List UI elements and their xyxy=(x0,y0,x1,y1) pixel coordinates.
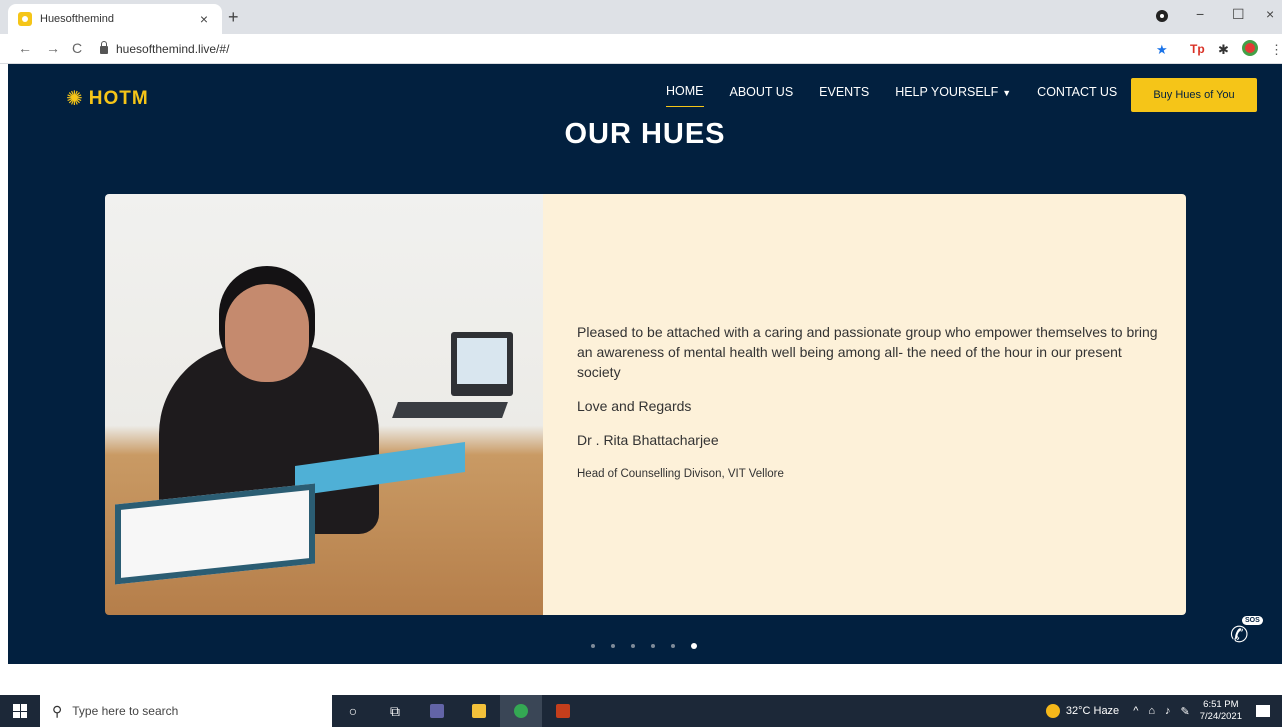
site-logo[interactable]: ✺ HOTM xyxy=(66,86,149,111)
url-text: huesofthemind.live/#/ xyxy=(116,42,230,56)
notification-icon[interactable] xyxy=(1256,705,1270,717)
testimonial-quote: Pleased to be attached with a caring and… xyxy=(577,324,1158,380)
browser-tabbar: Huesofthemind × + − ☐ × xyxy=(0,0,1282,34)
teams-icon[interactable] xyxy=(416,695,458,727)
nav-contact-us[interactable]: CONTACT US xyxy=(1037,85,1117,107)
nav-about-us[interactable]: ABOUT US xyxy=(730,85,794,107)
back-button[interactable]: ← xyxy=(18,40,32,56)
nav-help-yourself-label: HELP YOURSELF xyxy=(895,84,999,99)
caret-down-icon: ▼ xyxy=(1002,87,1012,98)
maximize-button[interactable]: ☐ xyxy=(1232,6,1245,23)
testimonial-text: Pleased to be attached with a caring and… xyxy=(543,194,1186,615)
taskbar-search-box[interactable]: ⚲ Type here to search xyxy=(40,695,332,727)
site-page: ✺ HOTM HOME ABOUT US EVENTS HELP YOURSEL… xyxy=(8,64,1282,664)
sun-burst-icon: ✺ xyxy=(66,88,83,110)
url-field[interactable]: huesofthemind.live/#/ xyxy=(100,38,1140,60)
nav-events[interactable]: EVENTS xyxy=(819,85,869,107)
carousel-dot[interactable] xyxy=(591,644,595,648)
sos-badge: SOS xyxy=(1242,616,1263,625)
chrome-icon[interactable] xyxy=(500,695,542,727)
address-bar: ← → C huesofthemind.live/#/ ★ Tp ✱ ⋮ xyxy=(0,34,1282,64)
tab-close-button[interactable]: × xyxy=(196,11,212,27)
testimonial-role: Head of Counselling Divison, VIT Vellore xyxy=(577,468,784,480)
photo-keyboard xyxy=(392,402,508,418)
search-icon: ⚲ xyxy=(52,702,63,719)
testimonial-card: Pleased to be attached with a caring and… xyxy=(105,194,1186,615)
carousel-dot[interactable] xyxy=(671,644,675,648)
os-taskbar: ⚲ Type here to search ○ ⧉ 32°C Haze ^ ⌂ … xyxy=(0,695,1282,727)
minimize-button[interactable]: − xyxy=(1196,6,1204,22)
weather-text[interactable]: 32°C Haze xyxy=(1066,705,1119,717)
buy-hues-button[interactable]: Buy Hues of You xyxy=(1131,78,1257,112)
photo-monitor xyxy=(451,332,513,396)
browser-tab[interactable]: Huesofthemind × xyxy=(8,4,222,34)
testimonial-photo xyxy=(105,194,543,615)
chevron-up-icon[interactable]: ^ xyxy=(1133,705,1138,717)
file-explorer-icon[interactable] xyxy=(458,695,500,727)
page-title: OUR HUES xyxy=(564,118,726,150)
lock-icon xyxy=(100,41,108,54)
windows-icon xyxy=(13,704,27,718)
carousel-dot[interactable] xyxy=(651,644,655,648)
volume-icon[interactable]: ♪ xyxy=(1165,705,1171,717)
carousel-dot[interactable] xyxy=(611,644,615,648)
forward-button[interactable]: → xyxy=(46,40,60,56)
sos-call-button[interactable]: ✆ SOS xyxy=(1228,616,1263,647)
search-placeholder: Type here to search xyxy=(72,704,179,718)
bookmark-star-icon[interactable]: ★ xyxy=(1156,42,1168,58)
testimonial-name: Dr . Rita Bhattacharjee xyxy=(577,432,719,448)
avatar[interactable] xyxy=(1242,40,1258,56)
extension-tp-icon[interactable]: Tp xyxy=(1190,42,1205,56)
logo-text: HOTM xyxy=(88,87,149,109)
pen-icon[interactable]: ✎ xyxy=(1181,705,1190,718)
profile-icon[interactable] xyxy=(1156,10,1168,22)
carousel-dot[interactable] xyxy=(631,644,635,648)
nav-help-yourself[interactable]: HELP YOURSELF ▼ xyxy=(895,85,1011,107)
close-window-button[interactable]: × xyxy=(1266,6,1274,22)
cortana-icon[interactable]: ○ xyxy=(332,695,374,727)
system-tray: 32°C Haze ^ ⌂ ♪ ✎ 6:51 PM 7/24/2021 xyxy=(1045,695,1282,727)
weather-sun-icon xyxy=(1045,704,1060,718)
new-tab-button[interactable]: + xyxy=(228,7,239,28)
clock-time: 6:51 PM xyxy=(1203,699,1239,710)
browser-menu-icon[interactable]: ⋮ xyxy=(1270,42,1282,58)
carousel-indicators xyxy=(591,643,713,649)
phone-icon: ✆ xyxy=(1230,622,1249,647)
site-favicon-icon xyxy=(18,12,32,26)
photo-person-head xyxy=(225,284,309,382)
main-nav: HOME ABOUT US EVENTS HELP YOURSELF ▼ CONT… xyxy=(666,84,1143,107)
nav-home[interactable]: HOME xyxy=(666,84,704,107)
tab-title: Huesofthemind xyxy=(40,13,114,25)
clock-date: 7/24/2021 xyxy=(1199,711,1242,722)
carousel-dot[interactable] xyxy=(691,643,697,649)
taskbar-clock[interactable]: 6:51 PM 7/24/2021 xyxy=(1200,699,1242,723)
start-button[interactable] xyxy=(0,695,40,727)
extensions-puzzle-icon[interactable]: ✱ xyxy=(1218,42,1229,58)
reload-button[interactable]: C xyxy=(72,40,82,56)
network-icon[interactable]: ⌂ xyxy=(1148,705,1155,717)
photo-papers xyxy=(115,483,315,585)
task-view-icon[interactable]: ⧉ xyxy=(374,695,416,727)
testimonial-signoff: Love and Regards xyxy=(577,398,692,414)
powerpoint-icon[interactable] xyxy=(542,695,584,727)
